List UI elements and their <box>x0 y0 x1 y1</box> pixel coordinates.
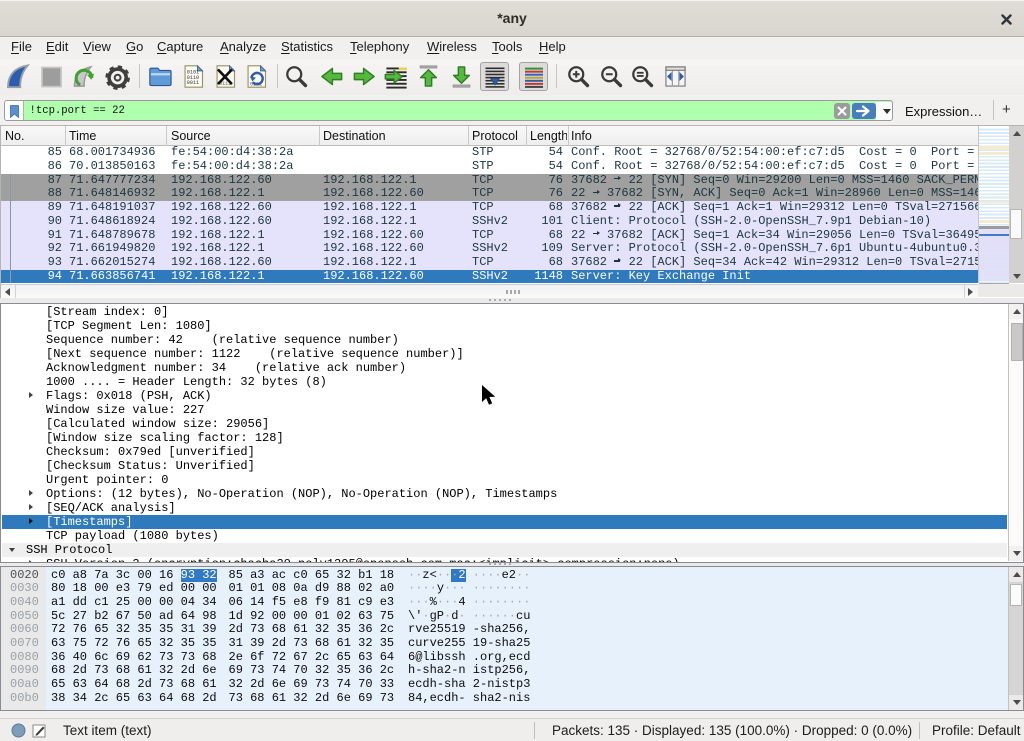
svg-text:0011: 0011 <box>187 80 199 86</box>
